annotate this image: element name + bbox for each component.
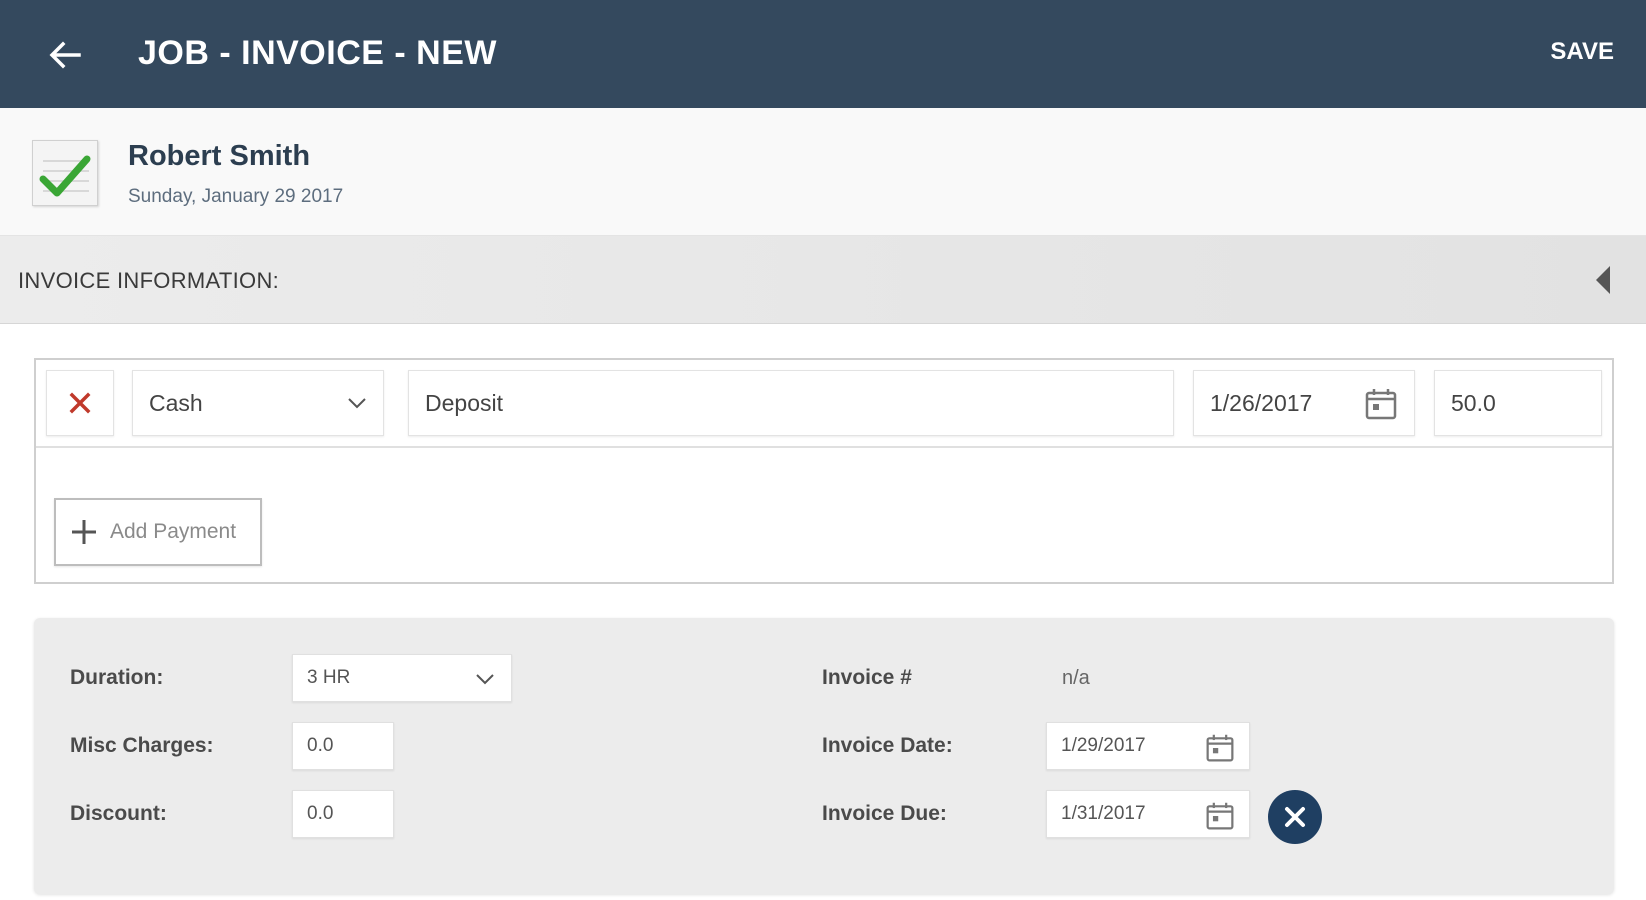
delete-payment-button[interactable] [46, 370, 114, 436]
app-bar: JOB - INVOICE - NEW SAVE [0, 0, 1646, 108]
arrow-left-icon [49, 41, 81, 69]
payment-description-value: Deposit [425, 389, 503, 416]
payment-amount-value: 50.0 [1451, 389, 1496, 416]
invoice-date-value: 1/29/2017 [1061, 735, 1146, 756]
back-button[interactable] [40, 30, 90, 80]
calendar-icon[interactable] [1205, 733, 1235, 763]
invoice-number-value: n/a [1062, 667, 1090, 689]
save-button[interactable]: SAVE [1550, 38, 1614, 66]
payment-date-field[interactable]: 1/26/2017 [1193, 370, 1415, 436]
discount-label: Discount: [70, 802, 167, 825]
misc-charges-label: Misc Charges: [70, 734, 214, 757]
invoice-number-label: Invoice # [822, 666, 912, 689]
plus-icon [72, 520, 96, 544]
chevron-down-icon [476, 674, 494, 685]
duration-label: Duration: [70, 666, 164, 689]
invoice-due-value: 1/31/2017 [1061, 803, 1146, 824]
duration-value: 3 HR [307, 667, 351, 688]
duration-select[interactable]: 3 HR [292, 654, 512, 702]
add-payment-label: Add Payment [110, 520, 237, 543]
x-icon [69, 392, 91, 414]
page-title: JOB - INVOICE - NEW [138, 34, 497, 72]
section-title: INVOICE INFORMATION: [18, 268, 280, 293]
payment-method-select[interactable]: Cash [132, 370, 384, 436]
misc-charges-value: 0.0 [307, 735, 334, 756]
customer-header: Robert Smith Sunday, January 29 2017 [0, 108, 1646, 236]
invoice-details-panel: Duration: 3 HR Misc Charges: 0.0 Discoun… [34, 618, 1614, 894]
checkmark-icon [32, 140, 98, 206]
invoice-date-label: Invoice Date: [822, 734, 953, 757]
customer-date: Sunday, January 29 2017 [128, 186, 344, 207]
calendar-icon[interactable] [1205, 801, 1235, 831]
triangle-left-icon[interactable] [1592, 264, 1616, 296]
chevron-down-icon [348, 398, 366, 409]
payments-panel: Cash Deposit 1/26/2017 50.0 Add Payment [34, 358, 1614, 584]
discount-field[interactable]: 0.0 [292, 790, 394, 838]
calendar-icon[interactable] [1364, 387, 1398, 421]
payment-method-value: Cash [149, 389, 203, 416]
payment-description-field[interactable]: Deposit [408, 370, 1174, 436]
customer-name: Robert Smith [128, 140, 311, 172]
payment-amount-field[interactable]: 50.0 [1434, 370, 1602, 436]
add-payment-button[interactable]: Add Payment [54, 498, 262, 566]
clear-due-date-button[interactable] [1268, 790, 1322, 844]
invoice-date-field[interactable]: 1/29/2017 [1046, 722, 1250, 770]
close-circle-icon [1285, 807, 1305, 827]
payment-row: Cash Deposit 1/26/2017 50.0 [36, 360, 1612, 448]
invoice-information-header[interactable]: INVOICE INFORMATION: [0, 236, 1646, 324]
discount-value: 0.0 [307, 803, 334, 824]
invoice-due-label: Invoice Due: [822, 802, 947, 825]
payment-date-value: 1/26/2017 [1210, 389, 1313, 416]
invoice-due-field[interactable]: 1/31/2017 [1046, 790, 1250, 838]
misc-charges-field[interactable]: 0.0 [292, 722, 394, 770]
